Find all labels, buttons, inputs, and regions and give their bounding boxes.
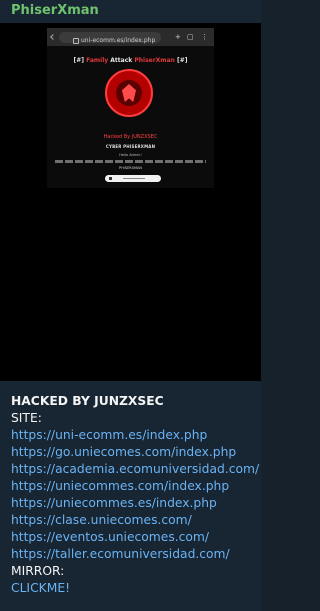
browser-window: uni-ecomm.es/index.php + ▢ ⋮ [#] Family … [47, 28, 214, 188]
site-link[interactable]: https://uniecommes.es/index.php [11, 495, 257, 512]
site-link[interactable]: https://uniecommes.com/index.php [11, 478, 257, 495]
footer-team-text: PHISERXMAN [118, 166, 143, 170]
site-info-icon [73, 38, 79, 44]
mirror-label: MIRROR: [11, 564, 65, 578]
site-link[interactable]: https://clase.uniecomes.com/ [11, 512, 257, 529]
audio-player [105, 175, 161, 182]
greetings-list [55, 160, 206, 163]
team-name-text: CYBER PHISERXMAN [105, 144, 156, 149]
browser-toolbar: uni-ecomm.es/index.php + ▢ ⋮ [47, 28, 214, 46]
site-label: SITE: [11, 411, 42, 425]
site-link[interactable]: https://uni-ecomm.es/index.php [11, 427, 257, 444]
site-link[interactable]: https://eventos.uniecomes.com/ [11, 529, 257, 546]
audio-progress [123, 178, 145, 179]
address-bar-url: uni-ecomm.es/index.php [81, 37, 156, 44]
site-link[interactable]: https://academia.ecomuniversidad.com/ [11, 461, 259, 478]
site-link[interactable]: https://go.uniecomes.com/index.php [11, 444, 257, 461]
tab-counter-icon: ▢ [187, 33, 194, 41]
play-icon [109, 177, 112, 180]
back-icon [50, 34, 56, 40]
site-link[interactable]: https://taller.ecomuniversidad.com/ [11, 546, 257, 563]
address-bar: uni-ecomm.es/index.php [59, 32, 161, 44]
hacked-by-text: Hacked By JUNZXSEC [103, 134, 158, 140]
screenshot-image[interactable]: uni-ecomm.es/index.php + ▢ ⋮ [#] Family … [0, 23, 261, 381]
new-tab-icon: + [175, 33, 181, 41]
greeting-text: Hello Admin! [119, 153, 142, 157]
mirror-link[interactable]: CLICKME! [11, 580, 257, 597]
message-text: HACKED BY JUNZXSEC SITE: https://uni-eco… [11, 393, 259, 597]
sender-name[interactable]: PhiserXman [11, 3, 99, 18]
menu-icon: ⋮ [201, 33, 208, 41]
message-bubble: PhiserXman uni-ecomm.es/index.php + ▢ ⋮ … [0, 0, 261, 611]
deface-headline: [#] Family Attack PhiserXman [#] [73, 57, 188, 64]
message-title: HACKED BY JUNZXSEC [11, 394, 164, 408]
team-logo [105, 69, 153, 117]
